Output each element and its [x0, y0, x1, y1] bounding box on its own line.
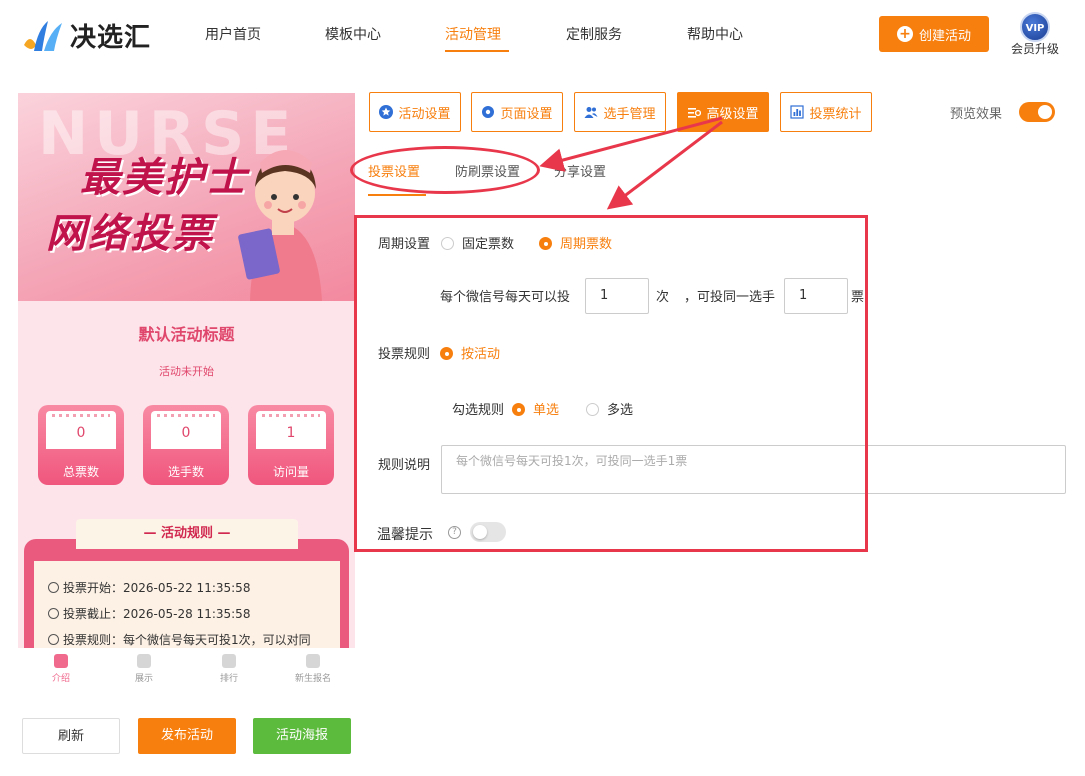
- annotation-arrows: [539, 116, 723, 210]
- arrow-to-form: [606, 120, 723, 210]
